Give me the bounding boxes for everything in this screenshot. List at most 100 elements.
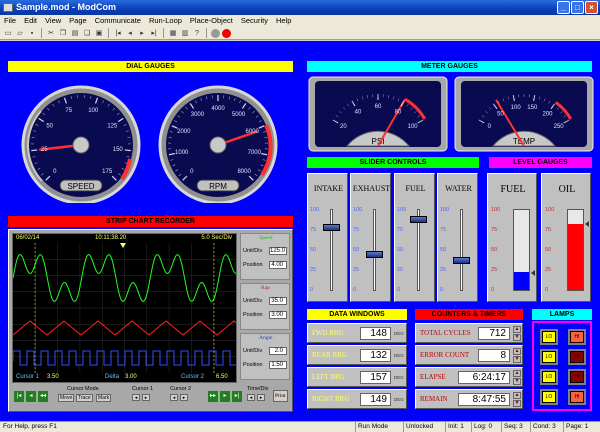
grid-icon[interactable]: ▦ <box>168 29 178 38</box>
slider-tick-label: 25 <box>353 267 360 273</box>
speed-tick-label: 25 <box>41 147 48 153</box>
menu-page[interactable]: Page <box>65 15 91 27</box>
next-page-icon[interactable]: ▸ <box>137 29 147 38</box>
save-icon[interactable]: ▪ <box>27 29 37 38</box>
cursor2-label: Cursor 2 <box>181 374 205 380</box>
properties-icon[interactable]: ▥ <box>180 29 190 38</box>
status-log: Log: 0 <box>471 422 501 432</box>
menu-run-loop[interactable]: Run-Loop <box>145 15 186 27</box>
counter-row: ERROR COUNT 8 ▲ ▼ <box>415 345 523 365</box>
mark-mode-button[interactable]: Mark <box>96 394 112 402</box>
menu-communicate[interactable]: Communicate <box>91 15 145 27</box>
menu-security[interactable]: Security <box>237 15 272 27</box>
channel-1-position-input[interactable]: 4.00 <box>269 261 287 269</box>
chart-last-icon[interactable]: ▸| <box>232 391 242 402</box>
lamps-panel: LO HI LO HI LO HI LO HI <box>532 321 592 411</box>
level-fuel: FUEL 100 75 50 25 0 <box>487 173 537 302</box>
stop-icon[interactable] <box>211 28 220 38</box>
meter-gauges-banner: METER GAUGES <box>307 61 592 72</box>
slider-exhaust: EXHAUST 100 75 50 25 0 <box>350 173 391 302</box>
print-button[interactable]: Print <box>273 390 288 402</box>
chart-next-icon[interactable]: ▸ <box>220 391 230 402</box>
counter-up-icon[interactable]: ▲ <box>513 326 521 333</box>
channel-3-unitdiv-label: Unit/Div <box>243 348 263 354</box>
chart-rate: 5.0 Sec/Div <box>201 235 232 241</box>
new-icon[interactable]: ▭ <box>3 29 13 38</box>
channel-2-unitdiv-input[interactable]: 35.0 <box>269 297 287 305</box>
timediv-down-icon[interactable]: ◂ <box>247 394 255 401</box>
menu-file[interactable]: File <box>0 15 20 27</box>
menu-view[interactable]: View <box>41 15 65 27</box>
level-tick-label: 50 <box>545 247 552 253</box>
slider-track[interactable] <box>373 209 376 291</box>
slider-thumb[interactable] <box>410 215 427 223</box>
chart-forward-icon[interactable]: ▸▸ <box>208 391 218 402</box>
help-icon[interactable]: ? <box>192 29 202 38</box>
cursor2-left-icon[interactable]: ◂ <box>170 394 178 401</box>
cut-icon[interactable]: ✂ <box>46 29 56 38</box>
level-oil: OIL 100 75 50 25 0 <box>541 173 591 302</box>
rpm-tick-label: 8000 <box>237 169 251 175</box>
first-page-icon[interactable]: |◂ <box>113 29 123 38</box>
paste-icon[interactable]: ▤ <box>70 29 80 38</box>
menu-edit[interactable]: Edit <box>20 15 41 27</box>
counter-down-icon[interactable]: ▼ <box>513 334 521 341</box>
slider-thumb[interactable] <box>323 224 340 232</box>
channel-1-box: Speed Unit/Div 125.0 Position 4.00 <box>240 233 290 280</box>
psi-tick-label: 40 <box>355 109 362 115</box>
delta-value: 3.00 <box>125 374 137 380</box>
copy-icon[interactable]: ❐ <box>58 29 68 38</box>
duplicate-icon[interactable]: ❏ <box>82 29 92 38</box>
slider-thumb[interactable] <box>366 251 383 259</box>
close-button[interactable]: × <box>585 1 598 14</box>
speed-major-tick <box>124 149 131 152</box>
data-window-unit: DEG <box>394 331 404 336</box>
slider-intake: INTAKE 100 75 50 25 0 <box>307 173 348 302</box>
cursor1-left-icon[interactable]: ◂ <box>132 394 140 401</box>
minimize-button[interactable]: _ <box>557 1 570 14</box>
slider-tick-label: 25 <box>310 267 317 273</box>
last-page-icon[interactable]: ▸| <box>149 29 159 38</box>
prev-page-icon[interactable]: ◂ <box>125 29 135 38</box>
counter-up-icon[interactable]: ▲ <box>513 392 521 399</box>
status-seq: Seq: 3 <box>501 422 530 432</box>
channel-1-unitdiv-input[interactable]: 125.0 <box>269 247 287 255</box>
trace-mode-button[interactable]: Trace <box>76 394 93 402</box>
chart-back-icon[interactable]: ◂ <box>26 391 36 402</box>
counter-down-icon[interactable]: ▼ <box>513 378 521 385</box>
trace-area <box>13 243 236 373</box>
chart-first-icon[interactable]: |◂ <box>14 391 24 402</box>
slider-thumb[interactable] <box>453 256 470 264</box>
chart-rewind-icon[interactable]: ◂◂ <box>38 391 48 402</box>
counter-up-icon[interactable]: ▲ <box>513 348 521 355</box>
menu-help[interactable]: Help <box>272 15 295 27</box>
data-window-row: REAR BRG 132 DEG <box>307 345 407 365</box>
rpm-tick-label: 1000 <box>175 150 189 156</box>
timediv-up-icon[interactable]: ▸ <box>257 394 265 401</box>
slider-tick-label: 25 <box>440 267 447 273</box>
lamp-lo: LO <box>542 371 556 383</box>
counter-value: 8:47:55 <box>458 393 510 406</box>
slider-track[interactable] <box>330 209 333 291</box>
counter-down-icon[interactable]: ▼ <box>513 400 521 407</box>
counter-label: ERROR COUNT <box>420 351 470 359</box>
group-icon[interactable]: ▣ <box>94 29 104 38</box>
dial-gauges-banner: DIAL GAUGES <box>8 61 293 72</box>
cursor1-right-icon[interactable]: ▸ <box>142 394 150 401</box>
level-tick-label: 100 <box>545 207 555 213</box>
move-mode-button[interactable]: Move <box>58 394 75 402</box>
slider-controls-banner: SLIDER CONTROLS <box>307 157 479 168</box>
slider-track[interactable] <box>460 209 463 291</box>
maximize-button[interactable]: □ <box>571 1 584 14</box>
channel-3-unitdiv-input[interactable]: 2.0 <box>269 347 287 355</box>
menu-place-object[interactable]: Place-Object <box>186 15 237 27</box>
cursor2-right-icon[interactable]: ▸ <box>180 394 188 401</box>
run-icon[interactable] <box>222 28 231 38</box>
counter-up-icon[interactable]: ▲ <box>513 370 521 377</box>
channel-2-position-input[interactable]: 3.00 <box>269 311 287 319</box>
channel-3-position-input[interactable]: 1.50 <box>269 361 287 369</box>
channel-3-name: Angle <box>259 335 273 341</box>
toolbar-divider <box>108 28 109 38</box>
open-icon[interactable]: ▱ <box>15 29 25 38</box>
counter-down-icon[interactable]: ▼ <box>513 356 521 363</box>
